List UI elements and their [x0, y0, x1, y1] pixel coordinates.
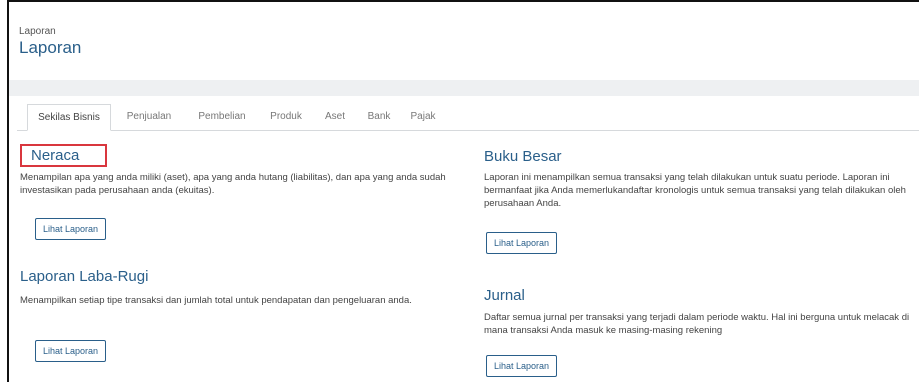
report-desc-laba-rugi: Menampilkan setiap tipe transaksi dan ju…	[20, 295, 412, 306]
tab-pajak[interactable]: Pajak	[404, 104, 442, 130]
report-title-laba-rugi[interactable]: Laporan Laba-Rugi	[20, 268, 148, 285]
report-tabs: Sekilas Bisnis Penjualan Pembelian Produ…	[17, 104, 919, 131]
report-desc-jurnal: Daftar semua jurnal per transaksi yang t…	[484, 312, 910, 336]
breadcrumb[interactable]: Laporan	[19, 26, 56, 37]
view-report-buku-besar-button[interactable]: Lihat Laporan	[486, 232, 558, 254]
view-report-laba-rugi-button[interactable]: Lihat Laporan	[35, 340, 107, 362]
view-report-jurnal-button[interactable]: Lihat Laporan	[486, 355, 558, 377]
tab-penjualan[interactable]: Penjualan	[118, 104, 180, 130]
tab-produk[interactable]: Produk	[263, 104, 309, 130]
report-desc-buku-besar: Laporan ini menampilkan semua transaksi …	[484, 172, 906, 209]
page-title: Laporan	[19, 38, 82, 57]
report-title-neraca[interactable]: Neraca	[20, 144, 108, 167]
header-divider-band	[9, 80, 919, 96]
report-title-buku-besar[interactable]: Buku Besar	[484, 148, 562, 165]
tab-bank[interactable]: Bank	[362, 104, 396, 130]
tab-pembelian[interactable]: Pembelian	[190, 104, 254, 130]
reports-content: Sekilas Bisnis Penjualan Pembelian Produ…	[17, 96, 919, 382]
report-title-jurnal[interactable]: Jurnal	[484, 287, 525, 304]
view-report-neraca-button[interactable]: Lihat Laporan	[35, 218, 107, 240]
tab-sekilas-bisnis[interactable]: Sekilas Bisnis	[27, 104, 111, 131]
page-header: Laporan Laporan	[9, 2, 919, 80]
report-desc-neraca: Menampilan apa yang anda miliki (aset), …	[20, 172, 446, 196]
app-frame: Laporan Laporan Sekilas Bisnis Penjualan…	[7, 0, 919, 382]
tab-aset[interactable]: Aset	[317, 104, 353, 130]
